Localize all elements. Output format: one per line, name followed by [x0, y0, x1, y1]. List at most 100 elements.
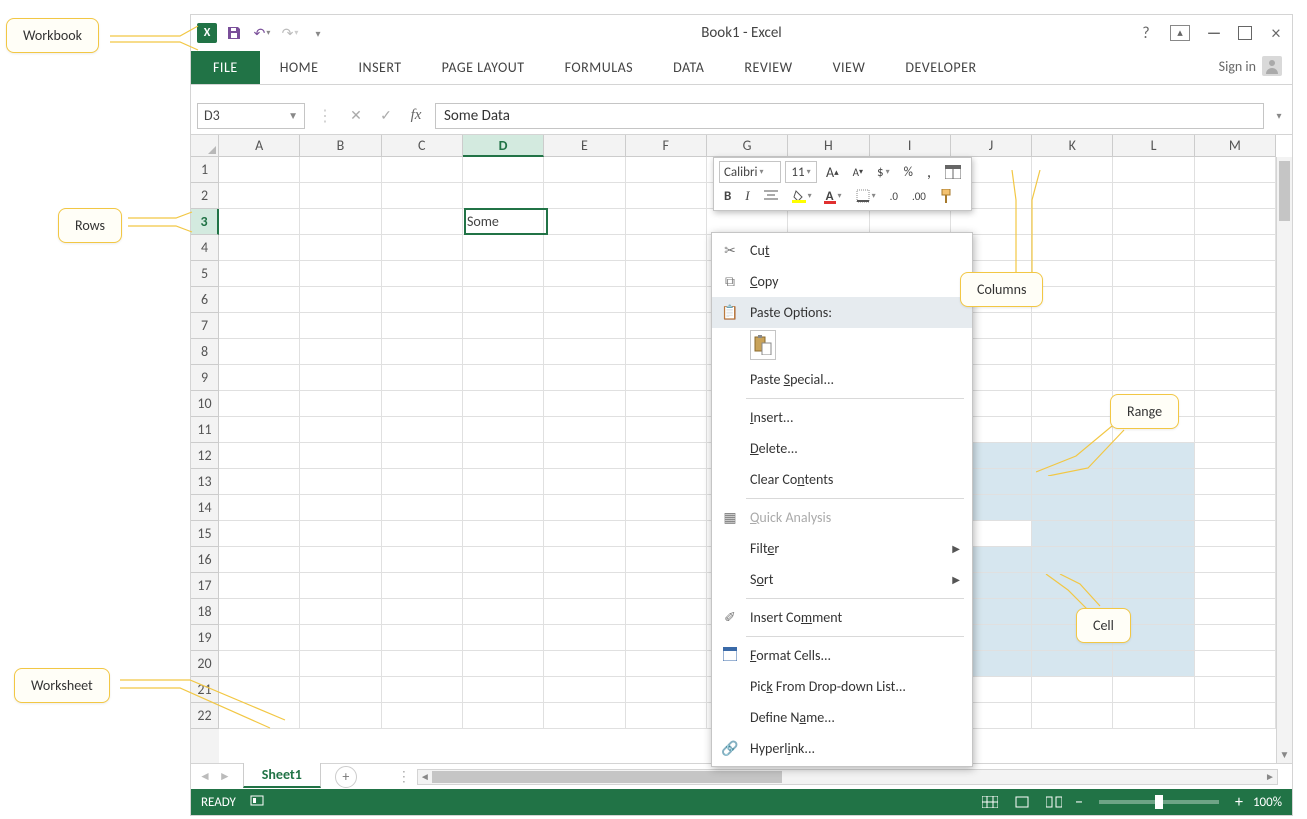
cell-M11[interactable] — [1195, 417, 1276, 443]
paste-option-default[interactable] — [750, 330, 776, 360]
cell-E20[interactable] — [544, 651, 625, 677]
cell-B8[interactable] — [300, 339, 381, 365]
col-header-C[interactable]: C — [382, 135, 463, 157]
cell-F5[interactable] — [626, 261, 707, 287]
cell-F3[interactable] — [626, 209, 707, 235]
col-header-E[interactable]: E — [544, 135, 625, 157]
cell-K21[interactable] — [1032, 677, 1113, 703]
cell-E11[interactable] — [544, 417, 625, 443]
tab-page-layout[interactable]: PAGE LAYOUT — [422, 51, 545, 84]
row-header-7[interactable]: 7 — [191, 313, 219, 339]
add-sheet-button[interactable]: + — [335, 766, 357, 788]
cell-A14[interactable] — [219, 495, 300, 521]
cell-L16[interactable] — [1113, 547, 1194, 573]
cell-C19[interactable] — [382, 625, 463, 651]
formula-input[interactable]: Some Data — [435, 103, 1264, 129]
col-header-K[interactable]: K — [1032, 135, 1113, 157]
cell-B6[interactable] — [300, 287, 381, 313]
cell-D5[interactable] — [463, 261, 544, 287]
cell-M6[interactable] — [1195, 287, 1276, 313]
cell-K20[interactable] — [1032, 651, 1113, 677]
cell-F15[interactable] — [626, 521, 707, 547]
col-header-A[interactable]: A — [219, 135, 300, 157]
col-header-H[interactable]: H — [788, 135, 869, 157]
cell-E10[interactable] — [544, 391, 625, 417]
cell-A6[interactable] — [219, 287, 300, 313]
cell-L4[interactable] — [1113, 235, 1194, 261]
close-button[interactable]: × — [1266, 22, 1286, 44]
row-header-12[interactable]: 12 — [191, 443, 219, 469]
scroll-right-icon[interactable]: ► — [1263, 770, 1277, 784]
cell-M3[interactable] — [1195, 209, 1276, 235]
view-page-break-button[interactable] — [1043, 793, 1065, 811]
cell-C5[interactable] — [382, 261, 463, 287]
row-header-8[interactable]: 8 — [191, 339, 219, 365]
hscroll-thumb[interactable] — [432, 771, 782, 783]
scroll-down-icon[interactable]: ▼ — [1277, 748, 1292, 761]
align-center-button[interactable] — [759, 185, 783, 207]
macro-record-icon[interactable] — [250, 793, 264, 811]
cell-C10[interactable] — [382, 391, 463, 417]
cell-A13[interactable] — [219, 469, 300, 495]
cell-M21[interactable] — [1195, 677, 1276, 703]
cell-B14[interactable] — [300, 495, 381, 521]
cell-B19[interactable] — [300, 625, 381, 651]
menu-insert-comment[interactable]: ✐Insert Comment — [712, 602, 972, 633]
save-button[interactable] — [223, 22, 245, 44]
cell-E3[interactable] — [544, 209, 625, 235]
cell-D8[interactable] — [463, 339, 544, 365]
cell-B5[interactable] — [300, 261, 381, 287]
cell-K10[interactable] — [1032, 391, 1113, 417]
cell-C20[interactable] — [382, 651, 463, 677]
row-header-5[interactable]: 5 — [191, 261, 219, 287]
cell-C21[interactable] — [382, 677, 463, 703]
cell-D18[interactable] — [463, 599, 544, 625]
cell-K7[interactable] — [1032, 313, 1113, 339]
cell-D9[interactable] — [463, 365, 544, 391]
cell-F1[interactable] — [626, 157, 707, 183]
menu-sort[interactable]: Sort▶ — [712, 564, 972, 595]
decrease-decimal-button[interactable]: .00 — [907, 185, 931, 207]
menu-clear-contents[interactable]: Clear Contents — [712, 464, 972, 495]
maximize-button[interactable] — [1238, 26, 1252, 40]
currency-button[interactable]: $▾ — [872, 161, 895, 183]
formula-expand-button[interactable]: ▾ — [1272, 109, 1286, 122]
cell-D12[interactable] — [463, 443, 544, 469]
increase-font-button[interactable]: A▴ — [821, 161, 844, 183]
cell-D1[interactable] — [463, 157, 544, 183]
cell-F18[interactable] — [626, 599, 707, 625]
cell-D6[interactable] — [463, 287, 544, 313]
cell-E18[interactable] — [544, 599, 625, 625]
cell-B21[interactable] — [300, 677, 381, 703]
cell-M2[interactable] — [1195, 183, 1276, 209]
cell-L1[interactable] — [1113, 157, 1194, 183]
cell-M22[interactable] — [1195, 703, 1276, 729]
undo-button[interactable]: ↶▾ — [251, 22, 273, 44]
cell-A3[interactable] — [219, 209, 300, 235]
mini-size-select[interactable]: 11▾ — [785, 161, 817, 183]
cell-K22[interactable] — [1032, 703, 1113, 729]
cell-E9[interactable] — [544, 365, 625, 391]
cell-M16[interactable] — [1195, 547, 1276, 573]
col-header-B[interactable]: B — [300, 135, 381, 157]
cell-E22[interactable] — [544, 703, 625, 729]
decrease-font-button[interactable]: A▾ — [848, 161, 868, 183]
bold-button[interactable]: B — [719, 185, 736, 207]
cell-L7[interactable] — [1113, 313, 1194, 339]
tab-developer[interactable]: DEVELOPER — [885, 51, 996, 84]
cell-A5[interactable] — [219, 261, 300, 287]
format-painter-button[interactable] — [935, 185, 961, 207]
cell-B18[interactable] — [300, 599, 381, 625]
cell-K16[interactable] — [1032, 547, 1113, 573]
menu-paste-options[interactable]: 📋Paste Options: — [712, 297, 972, 328]
cell-A17[interactable] — [219, 573, 300, 599]
cell-D2[interactable] — [463, 183, 544, 209]
mini-font-select[interactable]: Calibri▾ — [719, 161, 781, 183]
cell-E1[interactable] — [544, 157, 625, 183]
borders-button[interactable]: ▾ — [851, 185, 881, 207]
menu-paste-special[interactable]: Paste Special... — [712, 364, 972, 395]
select-all-corner[interactable] — [191, 135, 219, 157]
cell-D13[interactable] — [463, 469, 544, 495]
sheet-tab-sheet1[interactable]: Sheet1 — [243, 763, 321, 788]
cell-L3[interactable] — [1113, 209, 1194, 235]
